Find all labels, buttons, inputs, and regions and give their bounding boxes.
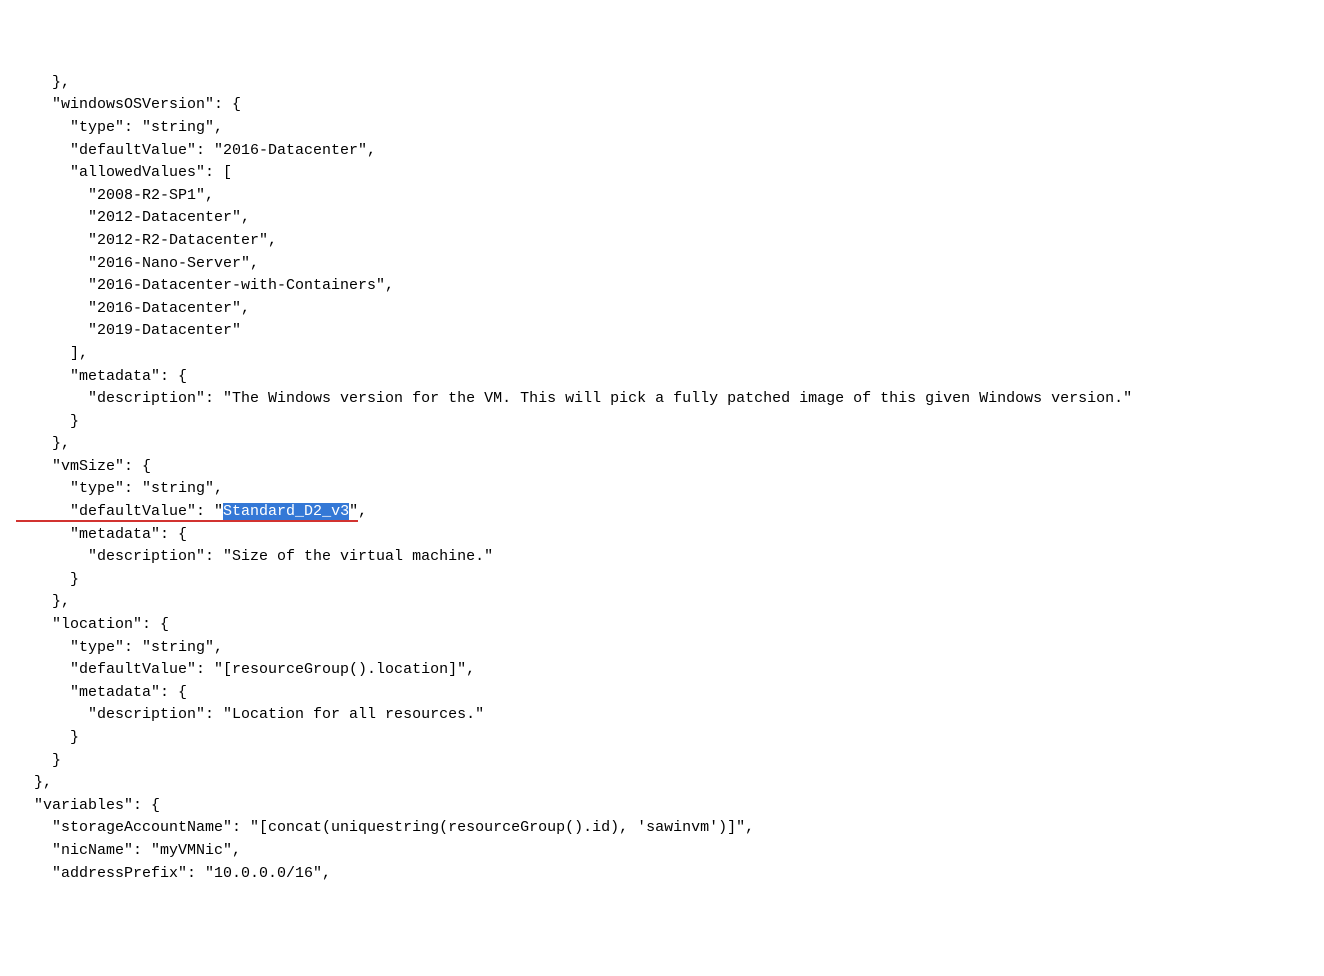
code-line[interactable]: "2012-Datacenter", <box>16 209 250 226</box>
code-line[interactable]: "description": "The Windows version for … <box>16 390 1132 407</box>
code-line[interactable]: } <box>16 571 79 588</box>
code-line[interactable]: "type": "string", <box>16 480 223 497</box>
code-text: " <box>349 503 358 520</box>
code-line[interactable]: "allowedValues": [ <box>16 164 232 181</box>
code-line[interactable]: "windowsOSVersion": { <box>16 96 241 113</box>
code-line[interactable]: "2008-R2-SP1", <box>16 187 214 204</box>
code-line[interactable]: "metadata": { <box>16 684 187 701</box>
code-line[interactable]: }, <box>16 593 70 610</box>
code-line[interactable]: "metadata": { <box>16 368 187 385</box>
code-line-default-value[interactable]: "defaultValue": "Standard_D2_v3" <box>16 503 358 522</box>
code-text: , <box>358 503 367 520</box>
code-line[interactable]: "defaultValue": "[resourceGroup().locati… <box>16 661 475 678</box>
code-line[interactable]: }, <box>16 74 70 91</box>
code-line[interactable]: "storageAccountName": "[concat(uniquestr… <box>16 819 754 836</box>
code-line[interactable]: ], <box>16 345 88 362</box>
code-line[interactable]: "vmSize": { <box>16 458 151 475</box>
code-line[interactable]: "location": { <box>16 616 169 633</box>
code-line[interactable]: }, <box>16 435 70 452</box>
code-line[interactable]: "description": "Location for all resourc… <box>16 706 484 723</box>
code-text: "defaultValue": " <box>16 503 223 520</box>
code-line[interactable]: } <box>16 752 61 769</box>
code-line[interactable]: "description": "Size of the virtual mach… <box>16 548 493 565</box>
code-line[interactable]: "addressPrefix": "10.0.0.0/16", <box>16 865 331 882</box>
code-line[interactable]: "2012-R2-Datacenter", <box>16 232 277 249</box>
json-code-block[interactable]: }, "windowsOSVersion": { "type": "string… <box>0 72 1324 885</box>
code-line[interactable]: } <box>16 729 79 746</box>
code-line[interactable]: "variables": { <box>16 797 160 814</box>
code-line[interactable]: "2019-Datacenter" <box>16 322 241 339</box>
code-line[interactable]: "metadata": { <box>16 526 187 543</box>
code-line[interactable]: "nicName": "myVMNic", <box>16 842 241 859</box>
code-line[interactable]: "2016-Datacenter", <box>16 300 250 317</box>
code-line[interactable]: "type": "string", <box>16 639 223 656</box>
selected-text[interactable]: Standard_D2_v3 <box>223 503 349 520</box>
code-line[interactable]: } <box>16 413 79 430</box>
code-line[interactable]: "defaultValue": "2016-Datacenter", <box>16 142 376 159</box>
code-line[interactable]: "2016-Nano-Server", <box>16 255 259 272</box>
code-line[interactable]: "type": "string", <box>16 119 223 136</box>
code-line[interactable]: }, <box>16 774 52 791</box>
code-line[interactable]: "2016-Datacenter-with-Containers", <box>16 277 394 294</box>
